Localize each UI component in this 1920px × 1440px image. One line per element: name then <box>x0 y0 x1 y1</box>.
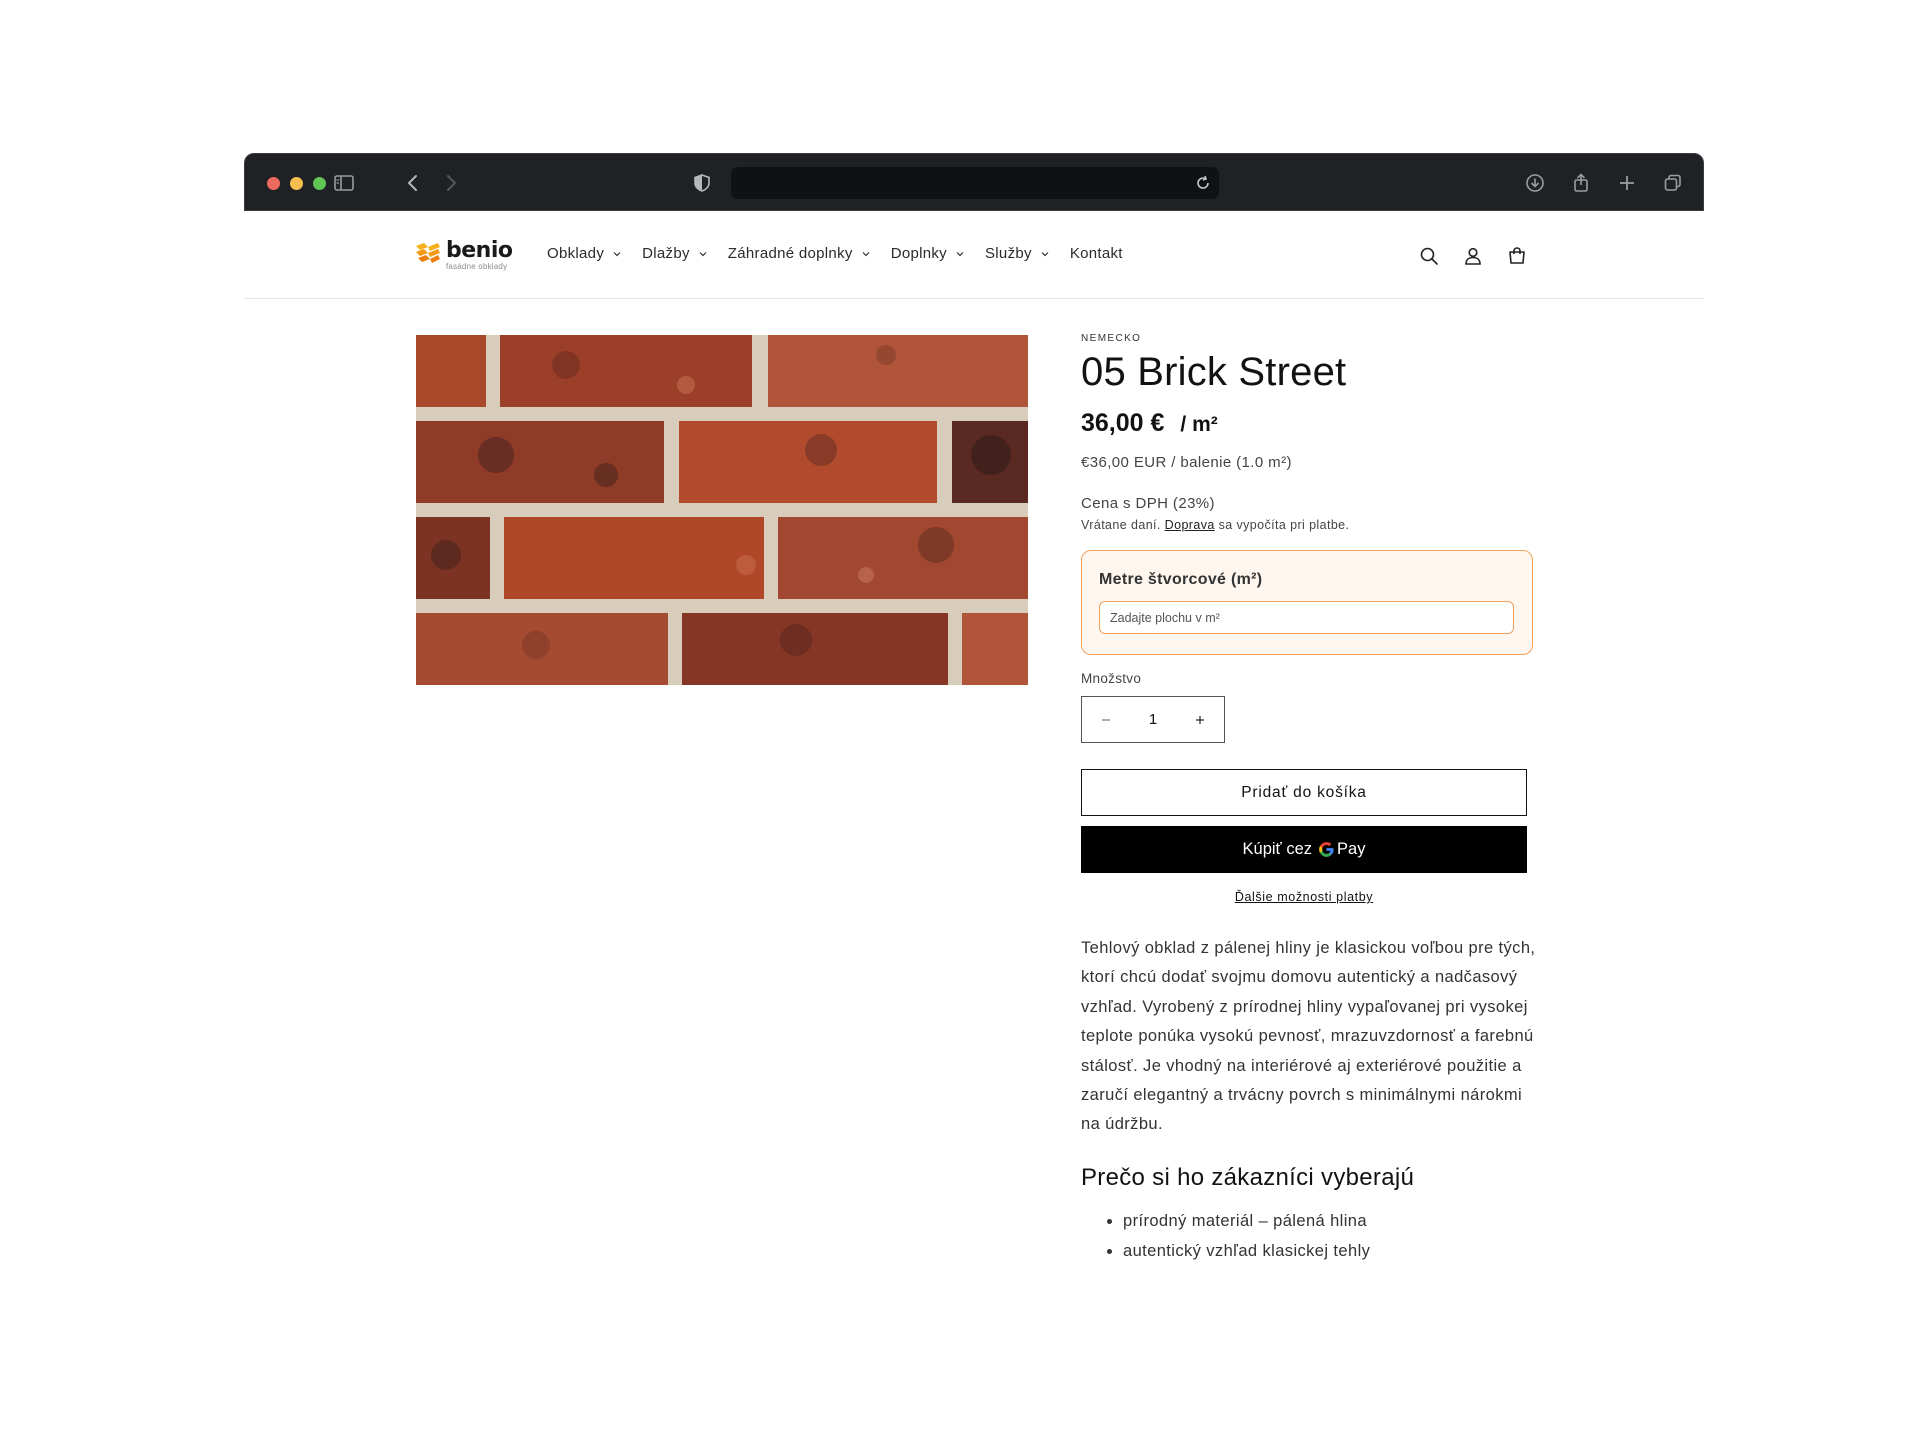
back-arrow-icon[interactable] <box>401 170 427 196</box>
nav-item-kontakt[interactable]: Kontakt <box>1070 245 1123 262</box>
close-window-button[interactable] <box>267 177 280 190</box>
area-input[interactable] <box>1099 601 1514 634</box>
zoom-window-button[interactable] <box>313 177 326 190</box>
product-image[interactable] <box>416 335 1028 685</box>
nav-item-label: Kontakt <box>1069 245 1123 262</box>
add-to-cart-button[interactable]: Pridať do košíka <box>1081 769 1527 816</box>
feature-item: prírodný materiál – pálená hlina <box>1123 1206 1531 1236</box>
price-unit: / m² <box>1180 413 1218 436</box>
quantity-value[interactable]: 1 <box>1149 711 1157 728</box>
feature-item: autentický vzhľad klasickej tehly <box>1123 1236 1531 1266</box>
quantity-label: Množstvo <box>1081 671 1142 686</box>
product-description: Tehlový obklad z pálenej hliny je klasic… <box>1081 939 1536 1134</box>
new-tab-plus-icon[interactable] <box>1614 170 1640 196</box>
product-title: 05 Brick Street <box>1081 350 1347 394</box>
brick-wall-image <box>416 335 1028 685</box>
search-icon[interactable] <box>1416 243 1442 269</box>
gpay-prefix: Kúpiť cez <box>1242 840 1313 858</box>
chevron-down-icon <box>699 251 707 256</box>
product-vendor: NEMECKO <box>1081 333 1142 344</box>
vat-label: Cena s DPH (23%) <box>1081 495 1215 512</box>
nav-item-label: Obklady <box>547 245 605 262</box>
feature-list: prírodný materiál – pálená hlina autenti… <box>1081 1206 1531 1266</box>
header-actions <box>1398 243 1530 269</box>
address-bar[interactable] <box>731 167 1219 199</box>
plus-icon <box>1196 715 1204 724</box>
tax-note: Vrátane daní. Doprava sa vypočíta pri pl… <box>1081 518 1531 532</box>
minimize-window-button[interactable] <box>290 177 303 190</box>
site-header: benio fasádne obklady Obklady Dlažby Záh… <box>244 211 1704 299</box>
download-icon[interactable] <box>1522 170 1548 196</box>
nav-item-label: Záhradné doplnky <box>727 245 853 262</box>
nav-item-doplnky[interactable]: Doplnky <box>891 245 965 262</box>
chevron-down-icon <box>956 251 964 256</box>
chevron-down-icon <box>1041 251 1049 256</box>
forward-arrow-icon[interactable] <box>437 170 463 196</box>
quantity-stepper: 1 <box>1081 696 1225 743</box>
google-g-icon <box>1319 842 1334 857</box>
nav-item-label: Dlažby <box>642 245 690 262</box>
nav-item-obklady[interactable]: Obklady <box>547 245 622 262</box>
product-price: 36,00 € <box>1081 409 1165 437</box>
product-info: NEMECKO 05 Brick Street 36,00 € / m² €36… <box>1081 333 1535 1266</box>
site-logo[interactable]: benio fasádne obklady <box>414 240 513 271</box>
logo-wordmark: benio <box>446 238 513 263</box>
minus-icon <box>1102 718 1110 721</box>
unit-price: €36,00 EUR / balenie (1.0 m²) <box>1081 454 1292 471</box>
price-row: 36,00 € / m² <box>1081 409 1531 438</box>
nav-item-label: Doplnky <box>890 245 947 262</box>
google-pay-logo: Pay <box>1318 840 1365 859</box>
nav-item-sluzby[interactable]: Služby <box>985 245 1050 262</box>
area-calculator: Metre štvorcové (m²) <box>1081 550 1533 655</box>
area-label: Metre štvorcové (m²) <box>1099 571 1263 588</box>
nav-item-dlazby[interactable]: Dlažby <box>642 245 708 262</box>
nav-item-zahradne-doplnky[interactable]: Záhradné doplnky <box>728 245 871 262</box>
reload-icon[interactable] <box>1193 173 1213 193</box>
more-payment-options: Ďalšie možnosti platby <box>1081 890 1527 904</box>
account-icon[interactable] <box>1460 243 1486 269</box>
google-pay-button[interactable]: Kúpiť cez Pay <box>1081 826 1527 873</box>
main-navigation: Obklady Dlažby Záhradné doplnky Doplnky … <box>547 245 1143 262</box>
nav-item-label: Služby <box>984 245 1032 262</box>
browser-window: benio fasádne obklady Obklady Dlažby Záh… <box>244 153 1704 1440</box>
tax-note-suffix: sa vypočíta pri platbe. <box>1218 518 1350 532</box>
privacy-shield-icon[interactable] <box>689 170 715 196</box>
cart-icon[interactable] <box>1504 243 1530 269</box>
shipping-link[interactable]: Doprava <box>1165 518 1215 532</box>
more-payment-options-link[interactable]: Ďalšie možnosti platby <box>1235 890 1373 904</box>
browser-toolbar <box>244 153 1704 211</box>
sidebar-toggle-icon[interactable] <box>331 170 357 196</box>
chevron-down-icon <box>613 251 621 256</box>
quantity-decrease-button[interactable] <box>1096 710 1116 730</box>
why-heading: Prečo si ho zákazníci vyberajú <box>1081 1163 1415 1191</box>
tax-note-prefix: Vrátane daní. <box>1081 518 1161 532</box>
logo-tagline: fasádne obklady <box>446 262 508 271</box>
gpay-pay-text: Pay <box>1337 840 1366 858</box>
chevron-down-icon <box>862 251 870 256</box>
quantity-increase-button[interactable] <box>1190 710 1210 730</box>
tab-overview-icon[interactable] <box>1660 170 1686 196</box>
share-icon[interactable] <box>1568 170 1594 196</box>
logo-mark-icon <box>416 243 440 263</box>
